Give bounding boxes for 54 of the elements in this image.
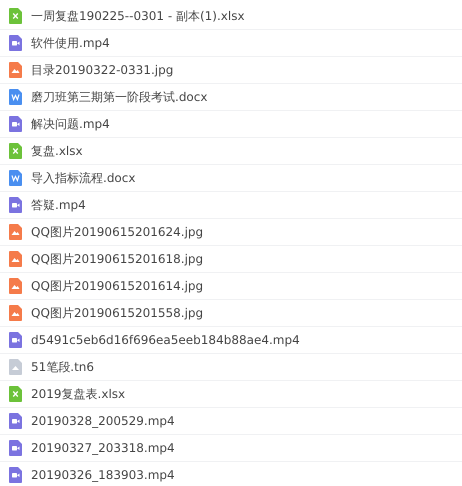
file-row[interactable]: QQ图片20190615201618.jpg (0, 246, 462, 273)
image-file-icon (9, 278, 22, 294)
file-row[interactable]: 51笔段.tn6 (0, 354, 462, 381)
file-row[interactable]: 一周复盘190225--0301 - 副本(1).xlsx (0, 3, 462, 30)
document-file-icon (9, 170, 22, 186)
file-name: 一周复盘190225--0301 - 副本(1).xlsx (31, 8, 245, 24)
file-row[interactable]: 20190328_200529.mp4 (0, 408, 462, 435)
file-row[interactable]: QQ图片20190615201558.jpg (0, 300, 462, 327)
file-name: 目录20190322-0331.jpg (31, 62, 174, 78)
file-name: QQ图片20190615201624.jpg (31, 224, 204, 240)
file-name: 复盘.xlsx (31, 142, 83, 160)
spreadsheet-file-icon (9, 386, 22, 402)
file-row[interactable]: 答疑.mp4 (0, 192, 462, 219)
file-row[interactable]: QQ图片20190615201614.jpg (0, 273, 462, 300)
file-name: 软件使用.mp4 (31, 34, 110, 52)
file-row[interactable]: 软件使用.mp4 (0, 30, 462, 57)
video-file-icon (9, 116, 22, 132)
video-file-icon (9, 197, 22, 213)
spreadsheet-file-icon (9, 143, 22, 159)
file-row[interactable]: d5491c5eb6d16f696ea5eeb184b88ae4.mp4 (0, 327, 462, 354)
file-row[interactable]: QQ图片20190615201624.jpg (0, 219, 462, 246)
file-row[interactable]: 20190326_183903.mp4 (0, 462, 462, 486)
file-name: d5491c5eb6d16f696ea5eeb184b88ae4.mp4 (31, 333, 300, 347)
file-name: 答疑.mp4 (31, 196, 86, 214)
file-name: 20190328_200529.mp4 (31, 414, 175, 428)
file-row[interactable]: 磨刀班第三期第一阶段考试.docx (0, 84, 462, 111)
video-file-icon (9, 413, 22, 429)
video-file-icon (9, 467, 22, 483)
file-row[interactable]: 复盘.xlsx (0, 138, 462, 165)
file-name: 20190327_203318.mp4 (31, 441, 175, 455)
image-file-icon (9, 224, 22, 240)
file-name: 解决问题.mp4 (31, 116, 110, 132)
image-file-icon (9, 62, 22, 78)
file-name: 2019复盘表.xlsx (31, 386, 126, 402)
video-file-icon (9, 440, 22, 456)
image-file-icon (9, 305, 22, 321)
file-name: QQ图片20190615201558.jpg (31, 304, 204, 322)
image-file-icon (9, 251, 22, 267)
video-file-icon (9, 35, 22, 51)
file-name: 导入指标流程.docx (31, 170, 136, 186)
spreadsheet-file-icon (9, 8, 22, 24)
file-icon (9, 359, 22, 375)
file-row[interactable]: 解决问题.mp4 (0, 111, 462, 138)
document-file-icon (9, 89, 22, 105)
file-row[interactable]: 2019复盘表.xlsx (0, 381, 462, 408)
file-name: 51笔段.tn6 (31, 358, 94, 376)
video-file-icon (9, 332, 22, 348)
file-row[interactable]: 导入指标流程.docx (0, 165, 462, 192)
file-name: QQ图片20190615201614.jpg (31, 278, 204, 294)
file-row[interactable]: 目录20190322-0331.jpg (0, 57, 462, 84)
file-name: QQ图片20190615201618.jpg (31, 250, 204, 268)
file-name: 20190326_183903.mp4 (31, 468, 175, 482)
file-row[interactable]: 20190327_203318.mp4 (0, 435, 462, 462)
file-name: 磨刀班第三期第一阶段考试.docx (31, 88, 208, 106)
